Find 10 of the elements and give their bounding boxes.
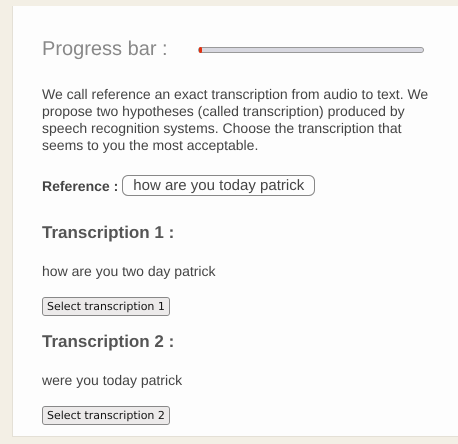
reference-text: how are you today patrick	[122, 175, 316, 196]
select-button[interactable]: Select transcription 2	[42, 406, 170, 425]
reference-label: Reference :	[42, 178, 118, 194]
transcription-text: how are you two day patrick	[42, 263, 217, 279]
instructions: We call reference an exact transcription from audio to text. We propose two hypotheses (called transcription) produced by speech recognition systems. Choose the transcription that seems to you the most acceptable.	[42, 86, 430, 154]
select-button[interactable]: Select transcription 1	[42, 297, 170, 316]
transcription-heading: Transcription 1 :	[42, 223, 176, 243]
transcription-heading: Transcription 2 :	[42, 332, 176, 352]
transcription-text: were you today patrick	[42, 372, 184, 388]
progress-title: Progress bar :	[42, 38, 168, 61]
